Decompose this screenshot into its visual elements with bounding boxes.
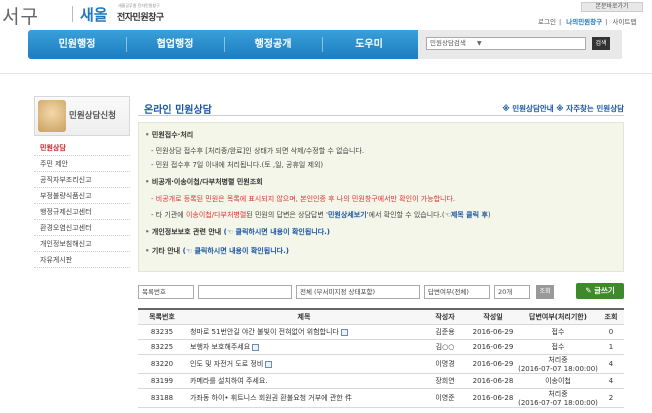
search-select-label[interactable]: 민원상담검색: [430, 38, 466, 49]
sidebar-item-proposal[interactable]: 주민 제안: [34, 156, 130, 172]
site-logo[interactable]: 서구 새올 새올공무원 전자민원창구 전자민원창구: [0, 0, 240, 28]
sidebar-item-corruption[interactable]: 공직자부조리신고: [34, 172, 130, 188]
answer-status: 처리중 (2016-07-07 18:00:00): [518, 390, 598, 407]
main-nav: 민원행정 협업행정 행정공개 도우미 민원상담검색 ▼ 검색: [28, 30, 622, 59]
info-section-2-line-1: - 비공개로 등록된 민원은 목록에 표시되지 않으며, 본인인증 후 나의 민…: [151, 195, 456, 203]
main-content: 온라인 민원상담 ※ 민원상담안내 ※ 자주찾는 민원상담 • 민원접수·처리 …: [138, 96, 624, 408]
person-icon: [38, 100, 66, 132]
row-title-link[interactable]: 청마로 51번안길 야간 불빛이 전혀없어 위험합니다: [190, 328, 339, 336]
privacy-info-link[interactable]: (☜ 클릭하시면 내용이 확인됩니다.): [224, 228, 330, 236]
answer-select[interactable]: 답변여부(전체): [424, 285, 490, 299]
sidebar-item-food[interactable]: 부정불량식품신고: [34, 188, 130, 204]
write-button[interactable]: ✎ 글쓰기: [576, 283, 624, 299]
col-header-no: 목록번호: [149, 313, 175, 321]
filter-search-input[interactable]: [198, 285, 292, 299]
search-button[interactable]: 검색: [592, 37, 610, 50]
answer-status: 처리중 (2016-07-07 18:00:00): [518, 356, 598, 373]
answer-status: 접수: [551, 328, 565, 336]
info-box: • 민원접수·처리 - 민원상담 접수후 [처리중/완료]인 상태가 되면 삭제…: [138, 122, 624, 272]
info-section-2-head: • 비공개·이송이첩/다부처병렬 민원조회: [145, 178, 263, 186]
sidebar-title: 민원상담신청: [69, 111, 116, 121]
title-row: 온라인 민원상담 ※ 민원상담안내 ※ 자주찾는 민원상담: [138, 96, 624, 116]
table-row[interactable]: 83188 가좌동 하이• 휘트니스 회원권 환불요청 거부에 관한 件 이영준…: [138, 389, 624, 408]
document-icon: [252, 343, 260, 351]
logo-saeol-text: 새올: [80, 6, 108, 24]
col-header-title: 제목: [297, 313, 311, 321]
consult-table: 목록번호 제목 작성자 작성일 답변여부(처리기한) 조회 83235 청마로 …: [138, 308, 624, 408]
row-title-link[interactable]: 카메라를 설치하여 주세요.: [190, 377, 268, 385]
row-title-link[interactable]: 인도 및 자전거 도로 정비: [190, 360, 263, 368]
pencil-icon: ✎: [585, 286, 592, 295]
nav-help[interactable]: 도우미: [322, 30, 416, 59]
document-icon: [265, 360, 273, 368]
consult-guide-link[interactable]: ※ 민원상담안내: [502, 104, 553, 113]
info-section-1-head: • 민원접수·처리: [145, 131, 194, 139]
utility-links: 로그인 | 나의민원창구 | 사이트맵: [538, 18, 637, 26]
sidebar-list: 민원상담 주민 제안 공직자부조리신고 부정불량식품신고 행정규제신고센터 환경…: [34, 140, 130, 268]
table-row[interactable]: 83235 청마로 51번안길 야간 불빛이 전혀없어 위험합니다 김준용 20…: [138, 325, 624, 340]
row-title-link[interactable]: 보행자 보호해주세요: [190, 343, 250, 351]
info-section-2-line-2: - 타 기관에 이송이첩/다부처병렬된 민원의 답변은 상담답변 '민원상세보기…: [151, 211, 491, 219]
my-civil-link[interactable]: 나의민원창구: [566, 18, 602, 26]
search-input[interactable]: 민원상담검색 ▼: [426, 37, 586, 50]
page-title: 온라인 민원상담: [144, 105, 212, 116]
header-divider: [0, 73, 652, 74]
filter-search-button[interactable]: 조회: [536, 285, 554, 299]
status-select[interactable]: 전체 (부서미지정 상태포함): [296, 285, 420, 299]
info-section-3-head: • 개인정보보호 관련 안내 (☜ 클릭하시면 내용이 확인됩니다.): [145, 228, 331, 236]
count-select[interactable]: 20개: [494, 285, 530, 299]
sidebar-header: 민원상담신청: [34, 96, 130, 136]
nav-admin-disclosure[interactable]: 행정공개: [224, 30, 322, 59]
faq-link[interactable]: ※ 자주찾는 민원상담: [556, 104, 624, 113]
quick-link-button[interactable]: 본문바로가기: [581, 2, 643, 12]
info-section-4-head: • 기타 안내 (☜ 클릭하시면 내용이 확인됩니다.): [145, 247, 289, 255]
answer-status: 접수: [551, 343, 565, 351]
logo-small-text: 새올공무원 전자민원창구: [118, 3, 160, 8]
logo-sub-text: 전자민원창구: [117, 13, 164, 23]
document-icon: [340, 328, 348, 336]
col-header-views: 조회: [604, 313, 618, 321]
row-title-link[interactable]: 가좌동 하이• 휘트니스 회원권 환불요청 거부에 관한 件: [190, 394, 352, 402]
table-header: 목록번호 제목 작성자 작성일 답변여부(처리기한) 조회: [138, 310, 624, 325]
login-link[interactable]: 로그인: [538, 18, 556, 26]
field-select[interactable]: 목록번호: [138, 285, 194, 299]
logo-gu-text: 서구: [2, 6, 39, 28]
logo-divider: [72, 6, 73, 22]
answer-status: 이송이첩: [545, 377, 571, 385]
col-header-date: 작성일: [483, 313, 503, 321]
col-header-author: 작성자: [435, 313, 455, 321]
chevron-down-icon: ▼: [477, 40, 482, 47]
table-row[interactable]: 83225 보행자 보호해주세요 김○○ 2016-06-29 접수 1: [138, 340, 624, 355]
sidebar-item-environment[interactable]: 환경오염신고센터: [34, 220, 130, 236]
sidebar: 민원상담신청 민원상담 주민 제안 공직자부조리신고 부정불량식품신고 행정규제…: [34, 96, 130, 268]
table-row[interactable]: 83199 카메라를 설치하여 주세요. 장희연 2016-06-28 이송이첩…: [138, 374, 624, 389]
sidebar-item-regulation[interactable]: 행정규제신고센터: [34, 204, 130, 220]
info-section-1-line-2: - 민원 접수후 7일 이내에 처리됩니다.(토 ,일, 공휴일 제외): [151, 161, 324, 169]
top-links: ※ 민원상담안내 ※ 자주찾는 민원상담: [502, 103, 624, 114]
nav-civil-admin[interactable]: 민원행정: [28, 30, 126, 59]
info-section-1-line-1: - 민원상담 접수후 [처리중/완료]인 상태가 되면 삭제/수정할 수 없습니…: [151, 147, 365, 155]
nav-collab-admin[interactable]: 협업행정: [126, 30, 224, 59]
col-header-answer: 답변여부(처리기한): [529, 313, 587, 321]
filter-row: 목록번호 전체 (부서미지정 상태포함) 답변여부(전체) 20개 조회 ✎ 글…: [138, 283, 624, 299]
table-row[interactable]: 83220 인도 및 자전거 도로 정비 이명경 2016-06-29 처리중(…: [138, 355, 624, 374]
sidebar-item-board[interactable]: 자유게시판: [34, 252, 130, 268]
nav-search-area: 민원상담검색 ▼ 검색: [418, 30, 622, 59]
sidebar-item-consult[interactable]: 민원상담: [34, 140, 130, 156]
etc-info-link[interactable]: (☜ 클릭하시면 내용이 확인됩니다.): [183, 247, 289, 255]
sidebar-item-privacy[interactable]: 개인정보침해신고: [34, 236, 130, 252]
sitemap-link[interactable]: 사이트맵: [612, 18, 636, 26]
